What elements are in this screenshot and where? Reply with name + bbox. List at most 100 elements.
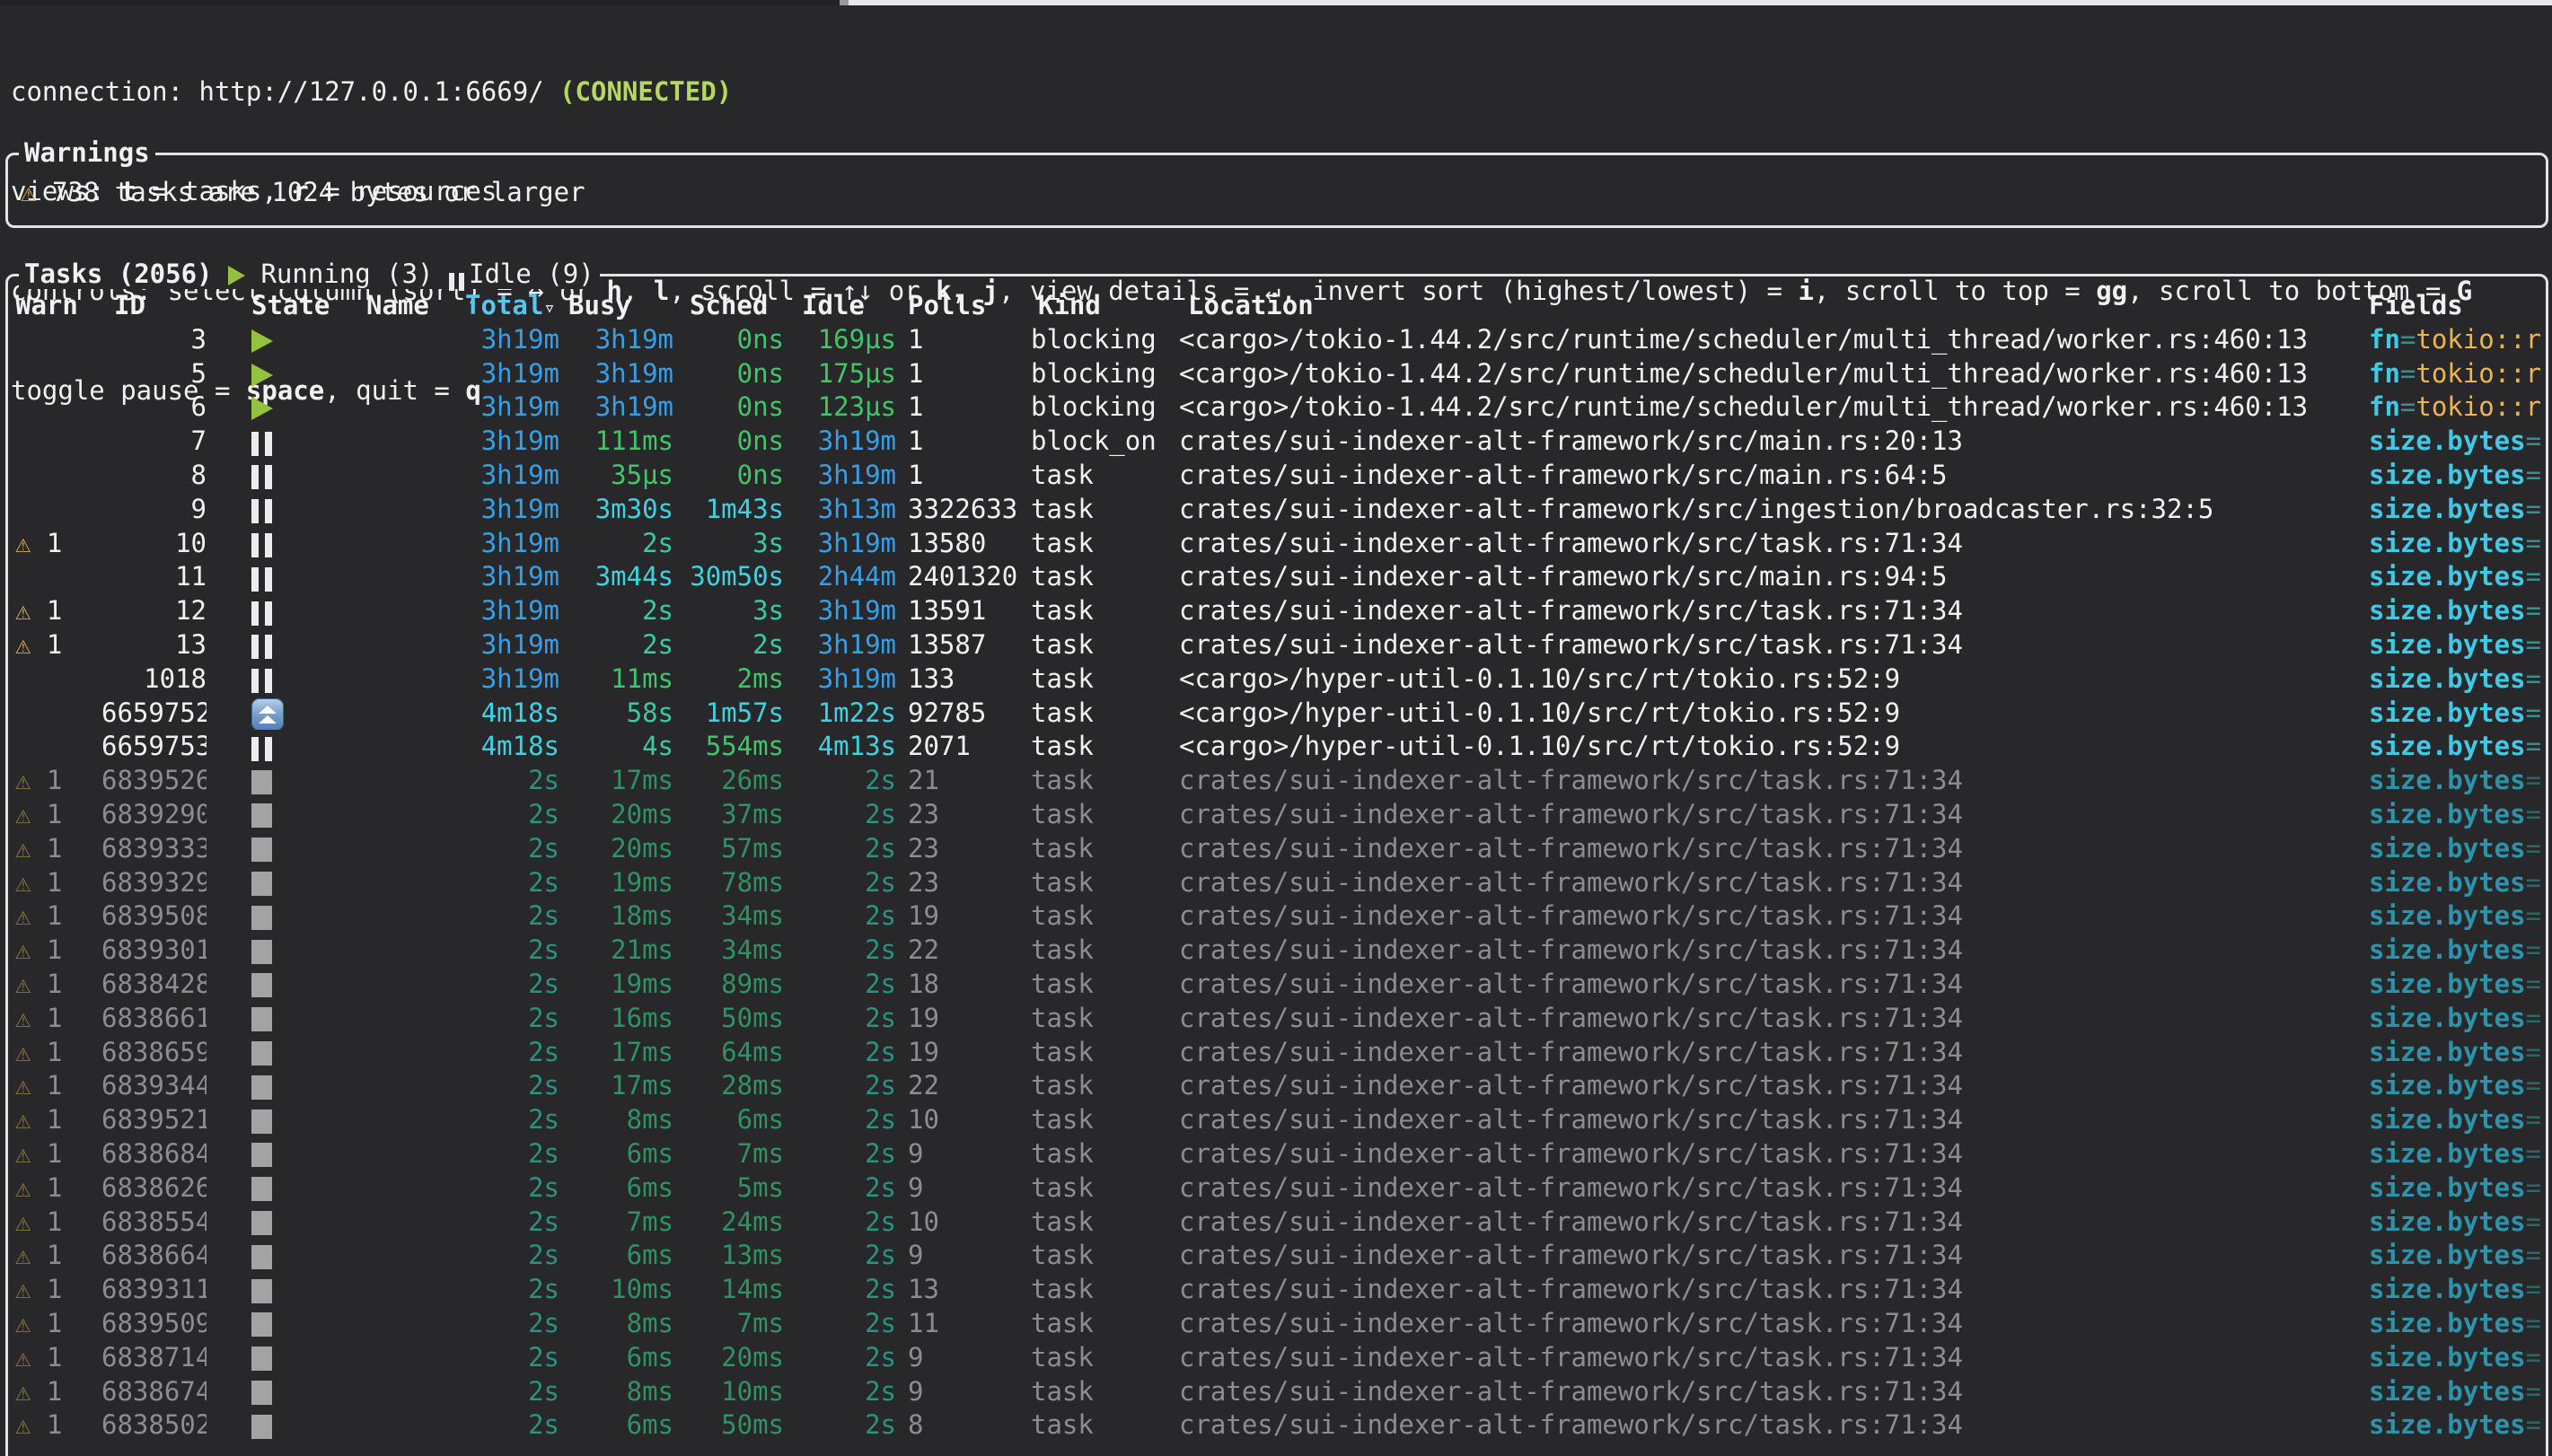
task-row[interactable]: 93h19m3m30s1m43s3h13m3322633taskcrates/s… <box>11 493 2546 527</box>
task-polls: 3322633 <box>896 493 1031 527</box>
task-polls: 13587 <box>896 628 1031 662</box>
task-busy: 2s <box>559 628 673 662</box>
task-fields: size.bytes= <box>2369 1375 2546 1409</box>
tokio-console-screen: connection: http://127.0.0.1:6669/ (CONN… <box>0 0 2552 1456</box>
column-header-sched[interactable]: Sched <box>673 289 784 323</box>
warning-text: 738 tasks are 1024 bytes or larger <box>52 177 585 207</box>
task-warn: ⚠ 1 <box>15 1206 101 1240</box>
task-sched: 34ms <box>673 934 784 968</box>
task-id: 6838674 <box>101 1375 207 1409</box>
column-header-total[interactable]: Total▿ <box>465 289 559 323</box>
task-row[interactable]: ⚠ 168395092s8ms7ms2s11taskcrates/sui-ind… <box>11 1307 2546 1341</box>
task-row[interactable]: ⚠ 1133h19m2s2s3h19m13587taskcrates/sui-i… <box>11 628 2546 662</box>
task-row[interactable]: 63h19m3h19m0ns123µs1blocking<cargo>/toki… <box>11 390 2546 425</box>
task-total: 3h19m <box>465 527 559 561</box>
task-row[interactable]: ⚠ 168392902s20ms37ms2s23taskcrates/sui-i… <box>11 798 2546 832</box>
task-row[interactable]: ⚠ 168386592s17ms64ms2s19taskcrates/sui-i… <box>11 1036 2546 1070</box>
task-name <box>366 1036 465 1070</box>
task-id: 6838659 <box>101 1036 207 1070</box>
task-row[interactable]: 53h19m3h19m0ns175µs1blocking<cargo>/toki… <box>11 357 2546 391</box>
task-row[interactable]: ⚠ 168395082s18ms34ms2s19taskcrates/sui-i… <box>11 899 2546 934</box>
task-row[interactable]: 66597524m18s58s1m57s1m22s92785task<cargo… <box>11 697 2546 731</box>
task-row[interactable]: ⚠ 168393442s17ms28ms2s22taskcrates/sui-i… <box>11 1069 2546 1103</box>
task-fields: size.bytes= <box>2369 866 2546 900</box>
column-header-id[interactable]: ID <box>101 289 207 323</box>
task-kind: task <box>1031 764 1179 798</box>
task-row[interactable]: ⚠ 168386612s16ms50ms2s19taskcrates/sui-i… <box>11 1002 2546 1036</box>
column-header-location[interactable]: Location <box>1179 289 2369 323</box>
task-name <box>366 1307 465 1341</box>
task-row[interactable]: ⚠ 1103h19m2s3s3h19m13580taskcrates/sui-i… <box>11 527 2546 561</box>
task-row[interactable]: ⚠ 168395212s8ms6ms2s10taskcrates/sui-ind… <box>11 1103 2546 1137</box>
task-warn <box>15 697 101 731</box>
task-row[interactable]: ⚠ 168386742s8ms10ms2s9taskcrates/sui-ind… <box>11 1375 2546 1409</box>
task-row[interactable]: ⚠ 168386262s6ms5ms2s9taskcrates/sui-inde… <box>11 1171 2546 1206</box>
running-count-label: Running (3) <box>260 259 433 289</box>
task-state <box>207 1273 366 1307</box>
task-fields: size.bytes= <box>2369 425 2546 459</box>
task-row[interactable]: 113h19m3m44s30m50s2h44m2401320taskcrates… <box>11 560 2546 594</box>
warnings-panel-title: Warnings <box>19 137 155 168</box>
task-polls: 11 <box>896 1307 1031 1341</box>
task-name <box>366 697 465 731</box>
task-id: 9 <box>101 493 207 527</box>
task-row[interactable]: 73h19m111ms0ns3h19m1block_oncrates/sui-i… <box>11 425 2546 459</box>
task-location: crates/sui-indexer-alt-framework/src/tas… <box>1179 628 2369 662</box>
task-idle: 2s <box>784 832 896 866</box>
column-header-polls[interactable]: Polls <box>896 289 1031 323</box>
warning-item: ⚠ 738 tasks are 1024 bytes or larger <box>8 155 2546 207</box>
column-header-fields[interactable]: Fields <box>2369 289 2546 323</box>
task-location: <cargo>/tokio-1.44.2/src/runtime/schedul… <box>1179 390 2369 425</box>
column-header-kind[interactable]: Kind <box>1031 289 1179 323</box>
task-state <box>207 1069 366 1103</box>
task-row[interactable]: ⚠ 168385022s6ms50ms2s8taskcrates/sui-ind… <box>11 1408 2546 1443</box>
column-header-name[interactable]: Name <box>366 289 465 323</box>
task-fields: size.bytes= <box>2369 1137 2546 1171</box>
task-idle: 2s <box>784 1036 896 1070</box>
task-state <box>207 697 366 731</box>
task-row[interactable]: ⚠ 168385542s7ms24ms2s10taskcrates/sui-in… <box>11 1206 2546 1240</box>
task-polls: 23 <box>896 866 1031 900</box>
task-sched: 50ms <box>673 1002 784 1036</box>
task-polls: 23 <box>896 798 1031 832</box>
task-name <box>366 1341 465 1375</box>
task-row[interactable]: ⚠ 168386642s6ms13ms2s9taskcrates/sui-ind… <box>11 1239 2546 1273</box>
task-row[interactable]: ⚠ 168393292s19ms78ms2s23taskcrates/sui-i… <box>11 866 2546 900</box>
task-warn: ⚠ 1 <box>15 899 101 934</box>
task-row[interactable]: 66597534m18s4s554ms4m13s2071task<cargo>/… <box>11 730 2546 764</box>
task-row[interactable]: ⚠ 168393012s21ms34ms2s22taskcrates/sui-i… <box>11 934 2546 968</box>
task-polls: 133 <box>896 662 1031 697</box>
task-warn <box>15 425 101 459</box>
task-row[interactable]: 83h19m35µs0ns3h19m1taskcrates/sui-indexe… <box>11 459 2546 493</box>
column-header-state[interactable]: State <box>207 289 366 323</box>
task-row[interactable]: 33h19m3h19m0ns169µs1blocking<cargo>/toki… <box>11 323 2546 357</box>
pause-icon <box>251 601 278 625</box>
task-kind: task <box>1031 1069 1179 1103</box>
task-idle: 2s <box>784 968 896 1002</box>
task-row[interactable]: ⚠ 168384282s19ms89ms2s18taskcrates/sui-i… <box>11 968 2546 1002</box>
task-kind: task <box>1031 730 1179 764</box>
task-sched: 7ms <box>673 1307 784 1341</box>
task-row[interactable]: ⚠ 168386842s6ms7ms2s9taskcrates/sui-inde… <box>11 1137 2546 1171</box>
task-state <box>207 899 366 934</box>
column-header-warn[interactable]: Warn <box>15 289 101 323</box>
task-row[interactable]: ⚠ 168393112s10ms14ms2s13taskcrates/sui-i… <box>11 1273 2546 1307</box>
task-row[interactable]: ⚠ 168393332s20ms57ms2s23taskcrates/sui-i… <box>11 832 2546 866</box>
task-total: 2s <box>465 934 559 968</box>
task-polls: 18 <box>896 968 1031 1002</box>
task-name <box>366 1239 465 1273</box>
task-row[interactable]: ⚠ 1123h19m2s3s3h19m13591taskcrates/sui-i… <box>11 594 2546 628</box>
task-busy: 8ms <box>559 1307 673 1341</box>
column-header-busy[interactable]: Busy <box>559 289 673 323</box>
task-id: 6838554 <box>101 1206 207 1240</box>
stopped-icon <box>251 770 272 794</box>
task-row[interactable]: ⚠ 168387142s6ms20ms2s9taskcrates/sui-ind… <box>11 1341 2546 1375</box>
task-busy: 3m44s <box>559 560 673 594</box>
task-location: crates/sui-indexer-alt-framework/src/tas… <box>1179 866 2369 900</box>
task-row[interactable]: ⚠ 168395262s17ms26ms2s21taskcrates/sui-i… <box>11 764 2546 798</box>
task-total: 3h19m <box>465 594 559 628</box>
task-row[interactable]: 10183h19m11ms2ms3h19m133task<cargo>/hype… <box>11 662 2546 697</box>
task-fields: size.bytes= <box>2369 560 2546 594</box>
column-header-idle[interactable]: Idle <box>784 289 896 323</box>
stopped-icon <box>251 1381 272 1405</box>
